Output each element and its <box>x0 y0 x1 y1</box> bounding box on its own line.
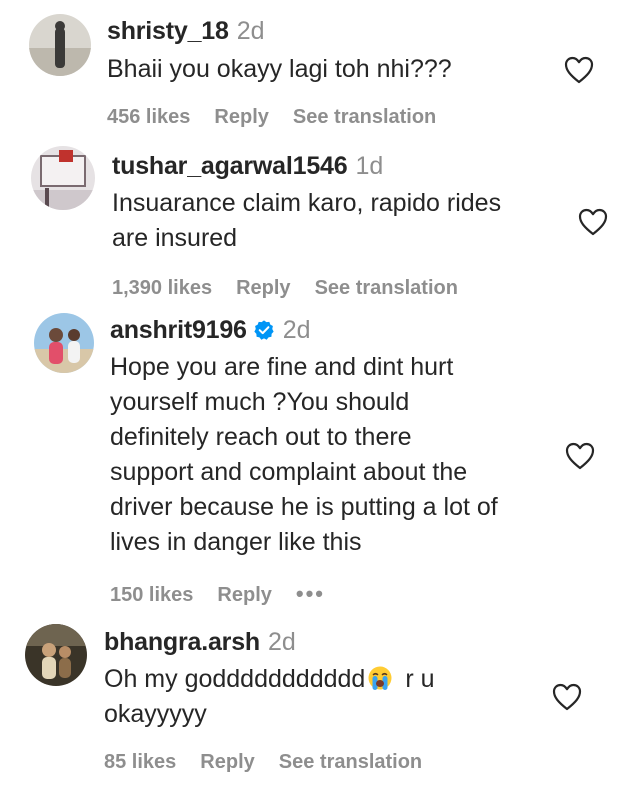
comment-line: yourself much ?You should <box>110 388 410 416</box>
comment-header: tushar_agarwal1546 1d <box>112 151 383 181</box>
see-translation-button[interactable]: See translation <box>279 751 422 773</box>
comment-line: lives in danger like this <box>110 528 362 556</box>
avatar-image <box>34 313 94 373</box>
comment-text: Hope you are fine and dint hurt yourself… <box>110 350 498 560</box>
comment-actions: 456 likes Reply See translation <box>107 104 460 130</box>
reply-button[interactable]: Reply <box>236 277 290 299</box>
see-translation-button[interactable]: See translation <box>293 106 436 128</box>
avatar-image <box>29 14 91 76</box>
heart-outline-icon[interactable] <box>552 683 582 711</box>
timestamp: 2d <box>236 17 265 45</box>
comment-text: Oh my goddddddddddd r u okayyyyy <box>104 662 435 732</box>
comment-line: Insuarance claim karo, rapido rides <box>112 189 502 217</box>
heart-outline-icon[interactable] <box>564 56 594 84</box>
likes-count[interactable]: 456 likes <box>107 106 190 128</box>
timestamp: 1d <box>355 152 384 180</box>
timestamp: 2d <box>267 628 296 656</box>
avatar-image <box>25 624 87 686</box>
comment-text: Insuarance claim karo, rapido rides are … <box>112 186 501 256</box>
verified-badge-icon <box>254 320 274 340</box>
comment-line: are insured <box>112 224 238 252</box>
avatar[interactable] <box>31 146 95 210</box>
likes-count[interactable]: 1,390 likes <box>112 277 212 299</box>
comment-line: Oh my goddddddddddd r u <box>104 662 435 697</box>
heart-outline-icon[interactable] <box>565 442 595 470</box>
comment-header: shristy_18 2d <box>107 16 265 46</box>
username[interactable]: shristy_18 <box>107 17 229 45</box>
likes-count[interactable]: 85 likes <box>104 751 176 773</box>
comment-line: driver because he is putting a lot of <box>110 493 498 521</box>
username[interactable]: anshrit9196 <box>110 316 247 344</box>
comment-actions: 150 likes Reply ••• <box>110 581 349 608</box>
comment-header: anshrit9196 2d <box>110 315 311 345</box>
avatar[interactable] <box>34 313 94 373</box>
reply-button[interactable]: Reply <box>217 584 271 606</box>
username[interactable]: bhangra.arsh <box>104 628 260 656</box>
see-translation-button[interactable]: See translation <box>315 277 458 299</box>
timestamp: 2d <box>282 316 311 344</box>
reply-button[interactable]: Reply <box>200 751 254 773</box>
username[interactable]: tushar_agarwal1546 <box>112 152 348 180</box>
likes-count[interactable]: 150 likes <box>110 584 193 606</box>
comment-line: support and complaint about the <box>110 458 468 486</box>
comment-line: Bhaii you okayy lagi toh nhi??? <box>107 55 452 83</box>
comment-line: Hope you are fine and dint hurt <box>110 353 454 381</box>
comment-line-text: r u <box>405 665 435 693</box>
heart-outline-icon[interactable] <box>578 208 608 236</box>
avatar[interactable] <box>29 14 91 76</box>
comment-line-text: Oh my goddddddddddd <box>104 665 366 693</box>
reply-button[interactable]: Reply <box>214 106 268 128</box>
comment-text: Bhaii you okayy lagi toh nhi??? <box>107 52 452 87</box>
comment-header: bhangra.arsh 2d <box>104 627 296 657</box>
crying-face-emoji <box>368 666 392 690</box>
more-options-icon[interactable]: ••• <box>296 581 325 606</box>
comment-actions: 85 likes Reply See translation <box>104 749 446 775</box>
comment-line: okayyyyy <box>104 700 207 728</box>
avatar-image <box>31 146 95 210</box>
comment-line: definitely reach out to there <box>110 423 412 451</box>
avatar[interactable] <box>25 624 87 686</box>
comment-actions: 1,390 likes Reply See translation <box>112 275 482 301</box>
